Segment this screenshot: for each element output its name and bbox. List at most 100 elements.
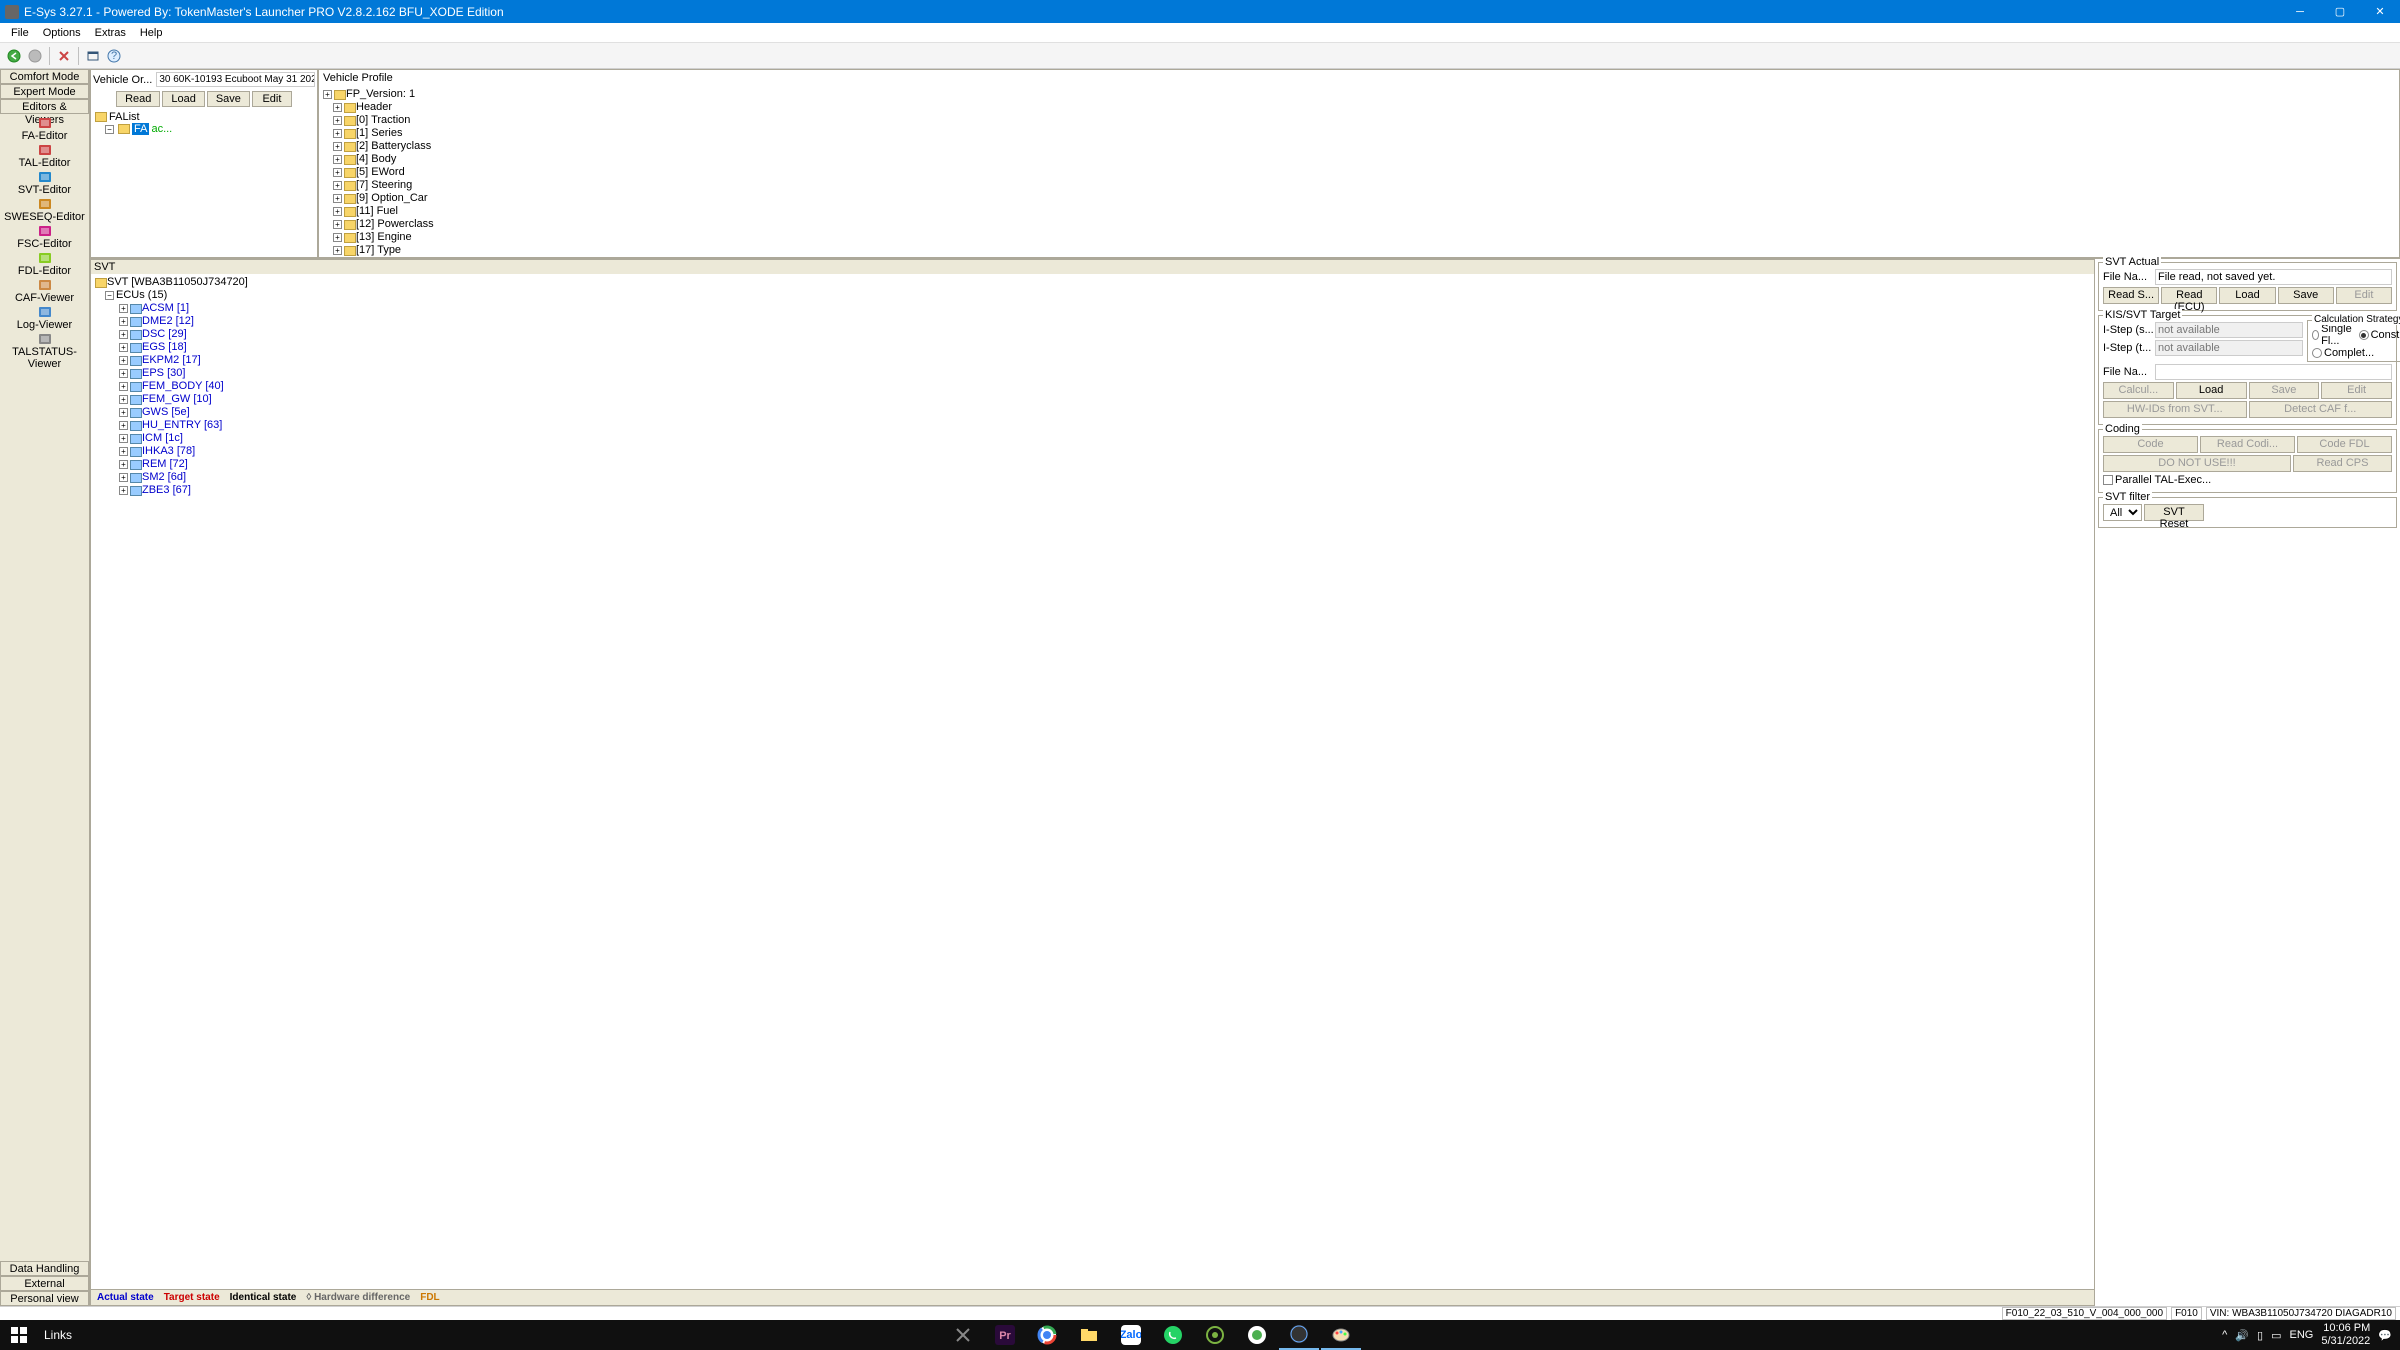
help-icon[interactable]: ? — [105, 47, 123, 65]
svt-filter-select[interactable]: All — [2103, 504, 2142, 521]
forward-icon[interactable] — [26, 47, 44, 65]
vp-item[interactable]: +[9] Option_Car — [323, 192, 2395, 205]
back-icon[interactable] — [5, 47, 23, 65]
coding-donotuse[interactable]: DO NOT USE!!! — [2103, 455, 2291, 472]
tray-clock[interactable]: 10:06 PM 5/31/2022 — [2321, 1322, 2370, 1348]
svt-ecu-item[interactable]: +SM2 [6d] — [95, 471, 2090, 484]
sb-editors-viewers[interactable]: Editors & Viewers — [0, 99, 89, 114]
tray-chevron-icon[interactable]: ^ — [2222, 1329, 2227, 1341]
svt-root[interactable]: SVT [WBA3B11050J734720] — [95, 276, 2090, 289]
svt-ecu-item[interactable]: +DME2 [12] — [95, 315, 2090, 328]
sb-tool-fdl-editor[interactable]: FDL-Editor — [0, 251, 89, 277]
minimize-button[interactable]: ─ — [2280, 0, 2320, 23]
vp-item[interactable]: +[5] EWord — [323, 166, 2395, 179]
connect-icon[interactable] — [55, 47, 73, 65]
menu-file[interactable]: File — [5, 25, 35, 41]
target-calc[interactable]: Calcul... — [2103, 382, 2174, 399]
vp-item[interactable]: +[0] Traction — [323, 114, 2395, 127]
window-icon[interactable] — [84, 47, 102, 65]
vp-item[interactable]: +[1] Series — [323, 127, 2395, 140]
coding-fdl[interactable]: Code FDL — [2297, 436, 2392, 453]
fa-tree-child[interactable]: FA — [132, 123, 149, 135]
vp-item[interactable]: +[17] Type — [323, 244, 2395, 257]
fa-tree[interactable]: FAList −FAac... — [91, 109, 317, 257]
vp-item[interactable]: +[2] Batteryclass — [323, 140, 2395, 153]
radio-single[interactable] — [2312, 330, 2319, 340]
svt-ecu-item[interactable]: +ICM [1c] — [95, 432, 2090, 445]
close-button[interactable]: ✕ — [2360, 0, 2400, 23]
svt-reset-button[interactable]: SVT Reset — [2144, 504, 2204, 521]
svt-ecu-item[interactable]: +FEM_GW [10] — [95, 393, 2090, 406]
tray-battery-icon[interactable]: ▯ — [2257, 1329, 2263, 1342]
svt-actual-edit[interactable]: Edit — [2336, 287, 2392, 304]
taskbar-app-esys[interactable] — [1279, 1320, 1319, 1350]
vp-item[interactable]: +Header — [323, 101, 2395, 114]
sb-tool-log-viewer[interactable]: Log-Viewer — [0, 305, 89, 331]
svt-ecu-item[interactable]: +EKPM2 [17] — [95, 354, 2090, 367]
tray-sound-icon[interactable]: 🔊 — [2235, 1329, 2249, 1342]
taskbar-app-premiere[interactable]: Pr — [985, 1320, 1025, 1350]
fa-edit-button[interactable]: Edit — [252, 91, 292, 107]
sb-comfort-mode[interactable]: Comfort Mode — [0, 69, 89, 84]
menu-options[interactable]: Options — [37, 25, 87, 41]
radio-complete[interactable] — [2312, 348, 2322, 358]
svt-ecu-item[interactable]: +IHKA3 [78] — [95, 445, 2090, 458]
maximize-button[interactable]: ▢ — [2320, 0, 2360, 23]
fa-load-button[interactable]: Load — [162, 91, 204, 107]
svt-ecu-item[interactable]: +FEM_BODY [40] — [95, 380, 2090, 393]
sb-tool-fsc-editor[interactable]: FSC-Editor — [0, 224, 89, 250]
taskbar-app-chrome[interactable] — [1027, 1320, 1067, 1350]
taskbar-app-zalo[interactable]: Zalo — [1111, 1320, 1151, 1350]
sb-tool-tal-editor[interactable]: TAL-Editor — [0, 143, 89, 169]
parallel-checkbox[interactable] — [2103, 475, 2113, 485]
svt-actual-read-s[interactable]: Read S... — [2103, 287, 2159, 304]
coding-readcps[interactable]: Read CPS — [2293, 455, 2392, 472]
svt-ecus[interactable]: −ECUs (15) — [95, 289, 2090, 302]
svt-ecu-item[interactable]: +HU_ENTRY [63] — [95, 419, 2090, 432]
fa-read-button[interactable]: Read — [116, 91, 160, 107]
tray-lang[interactable]: ENG — [2290, 1329, 2314, 1341]
sb-external-app[interactable]: External Applicati... — [0, 1276, 89, 1291]
svt-ecu-item[interactable]: +EGS [18] — [95, 341, 2090, 354]
coding-read[interactable]: Read Codi... — [2200, 436, 2295, 453]
taskbar-app-5[interactable] — [1195, 1320, 1235, 1350]
target-hwids[interactable]: HW-IDs from SVT... — [2103, 401, 2247, 418]
coding-code[interactable]: Code — [2103, 436, 2198, 453]
target-load[interactable]: Load — [2176, 382, 2247, 399]
svt-tree[interactable]: SVT [WBA3B11050J734720]−ECUs (15)+ACSM [… — [91, 274, 2094, 1289]
vp-item[interactable]: +[13] Engine — [323, 231, 2395, 244]
taskbar-app-1[interactable] — [943, 1320, 983, 1350]
svt-actual-read-ecu[interactable]: Read (ECU) — [2161, 287, 2217, 304]
vp-item[interactable]: +[7] Steering — [323, 179, 2395, 192]
sb-tool-sweseq-editor[interactable]: SWESEQ-Editor — [0, 197, 89, 223]
taskbar-app-6[interactable] — [1237, 1320, 1277, 1350]
vp-item[interactable]: +[4] Body — [323, 153, 2395, 166]
svt-ecu-item[interactable]: +GWS [5e] — [95, 406, 2090, 419]
vp-item[interactable]: +[11] Fuel — [323, 205, 2395, 218]
sb-data-handling[interactable]: Data Handling — [0, 1261, 89, 1276]
sb-personal-view[interactable]: Personal view — [0, 1291, 89, 1306]
svt-target-file-input[interactable] — [2155, 364, 2392, 380]
vp-item[interactable]: +[12] Powerclass — [323, 218, 2395, 231]
vp-tree[interactable]: +FP_Version: 1+Header+[0] Traction+[1] S… — [319, 86, 2399, 257]
svt-actual-file-input[interactable] — [2155, 269, 2392, 285]
menu-help[interactable]: Help — [134, 25, 169, 41]
tray-notifications-icon[interactable]: 💬 — [2378, 1329, 2392, 1342]
taskbar-app-paint[interactable] — [1321, 1320, 1361, 1350]
target-save[interactable]: Save — [2249, 382, 2320, 399]
fa-save-button[interactable]: Save — [207, 91, 250, 107]
sb-tool-fa-editor[interactable]: FA-Editor — [0, 116, 89, 142]
taskbar-app-whatsapp[interactable] — [1153, 1320, 1193, 1350]
svt-ecu-item[interactable]: +EPS [30] — [95, 367, 2090, 380]
svt-actual-load[interactable]: Load — [2219, 287, 2275, 304]
target-edit[interactable]: Edit — [2321, 382, 2392, 399]
sb-tool-svt-editor[interactable]: SVT-Editor — [0, 170, 89, 196]
svt-actual-save[interactable]: Save — [2278, 287, 2334, 304]
svt-ecu-item[interactable]: +ACSM [1] — [95, 302, 2090, 315]
radio-construction[interactable] — [2359, 330, 2369, 340]
sb-tool-caf-viewer[interactable]: CAF-Viewer — [0, 278, 89, 304]
target-detect-caf[interactable]: Detect CAF f... — [2249, 401, 2393, 418]
svt-ecu-item[interactable]: +REM [72] — [95, 458, 2090, 471]
menu-extras[interactable]: Extras — [89, 25, 132, 41]
svt-ecu-item[interactable]: +DSC [29] — [95, 328, 2090, 341]
